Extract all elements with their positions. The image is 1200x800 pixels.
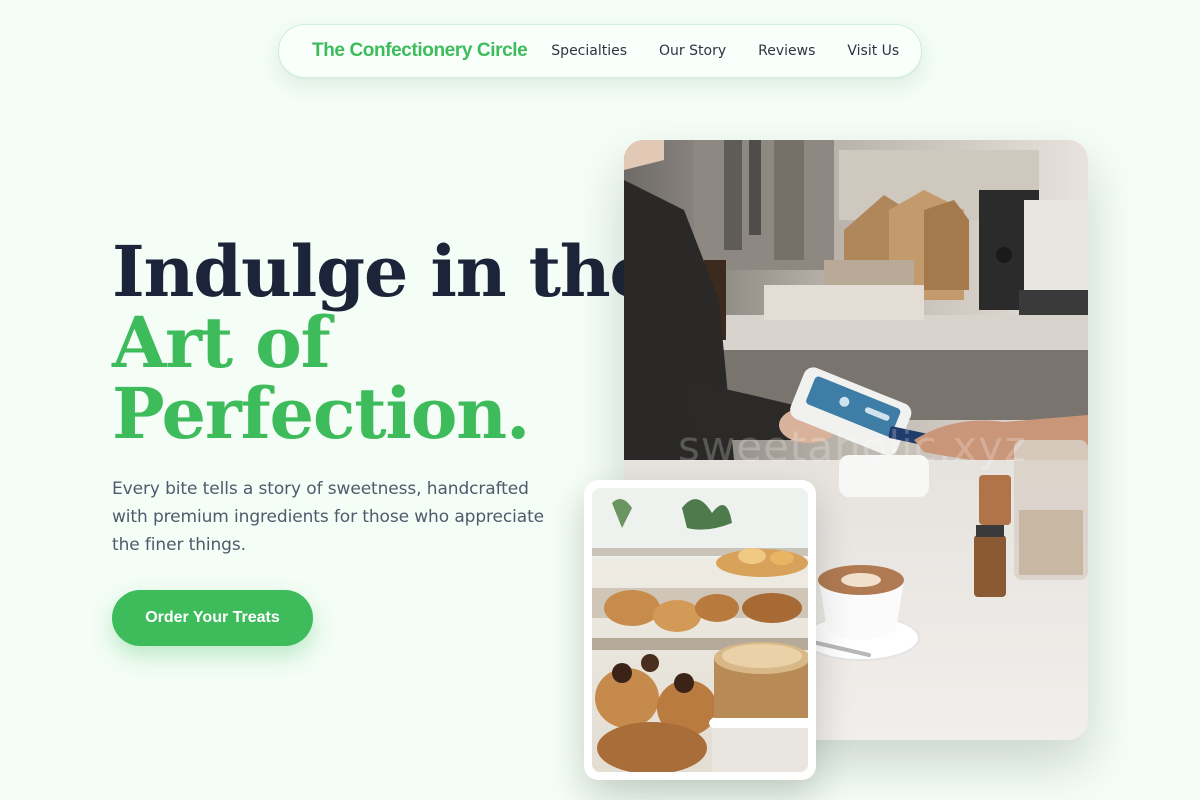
nav-link-visit-us[interactable]: Visit Us (847, 43, 899, 59)
pastry-display-illustration (592, 488, 808, 772)
pastry-display-photo (592, 488, 808, 772)
top-nav: The Confectionery Circle Specialties Our… (278, 24, 922, 78)
hero-title-line-3: Perfection. (112, 372, 530, 455)
nav-menu: Specialties Our Story Reviews Visit Us (551, 43, 899, 59)
image-watermark: sweetaholic.xyz (678, 422, 1027, 471)
order-treats-button[interactable]: Order Your Treats (112, 590, 313, 646)
hero-title-line-1: Indulge in the (112, 230, 654, 313)
nav-link-specialties[interactable]: Specialties (551, 43, 627, 59)
brand-logo-link[interactable]: The Confectionery Circle (312, 40, 528, 62)
nav-link-our-story[interactable]: Our Story (659, 43, 726, 59)
hero-title: Indulge in the Art of Perfection. (112, 230, 654, 455)
hero-subtitle: Every bite tells a story of sweetness, h… (112, 479, 545, 555)
pastry-display-card (584, 480, 816, 780)
nav-link-reviews[interactable]: Reviews (758, 43, 815, 59)
hero-title-line-2: Art of (112, 301, 331, 384)
